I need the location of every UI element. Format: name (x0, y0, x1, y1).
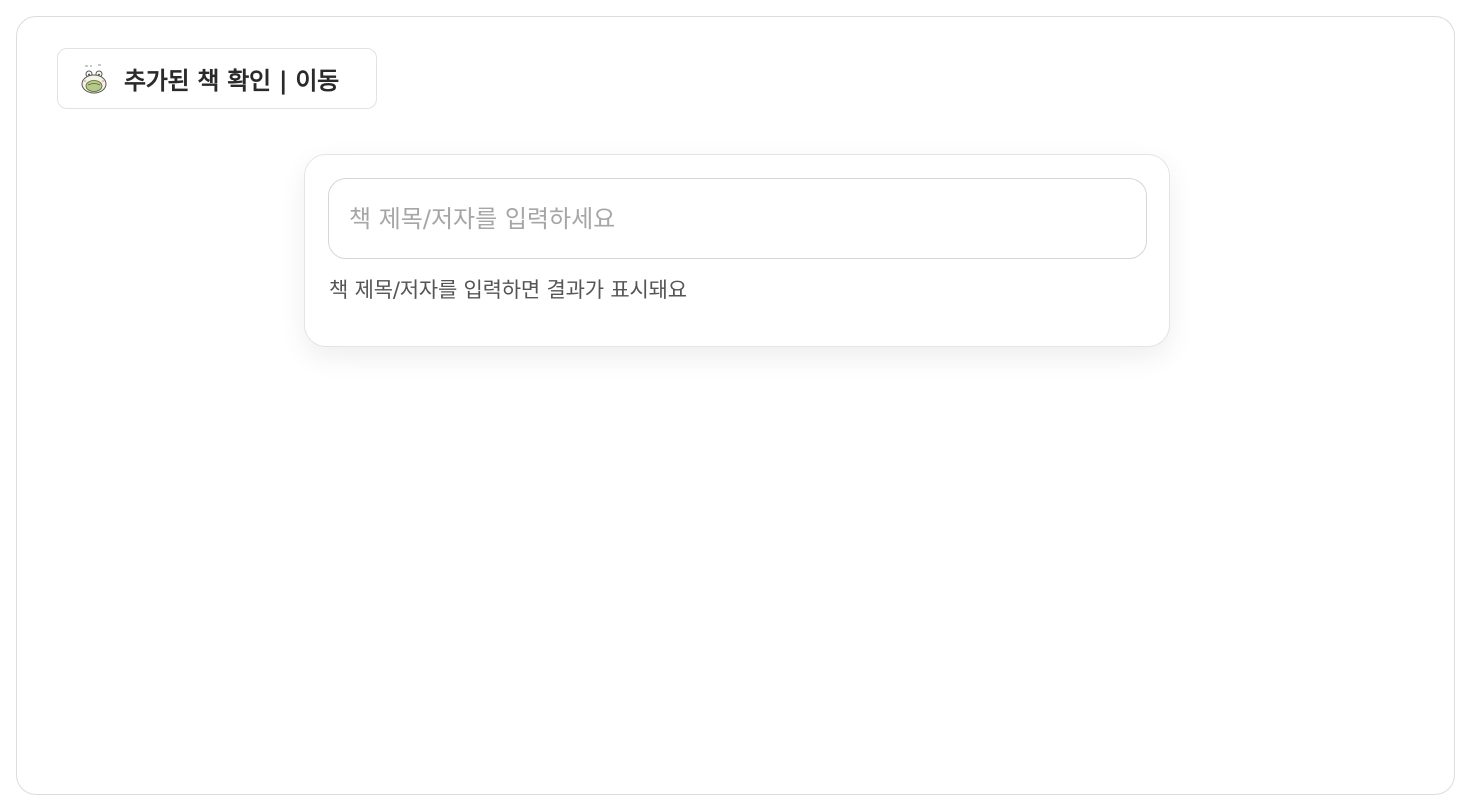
added-books-nav-button[interactable]: 추가된 책 확인 | 이동 (57, 48, 377, 109)
frog-mascot-icon (78, 63, 110, 95)
book-search-input[interactable] (328, 178, 1147, 259)
app-frame: 추가된 책 확인 | 이동 책 제목/저자를 입력하면 결과가 표시돼요 (16, 16, 1455, 795)
search-card: 책 제목/저자를 입력하면 결과가 표시돼요 (304, 154, 1170, 347)
search-hint-text: 책 제목/저자를 입력하면 결과가 표시돼요 (329, 278, 687, 302)
nav-button-label: 추가된 책 확인 | 이동 (124, 67, 339, 95)
